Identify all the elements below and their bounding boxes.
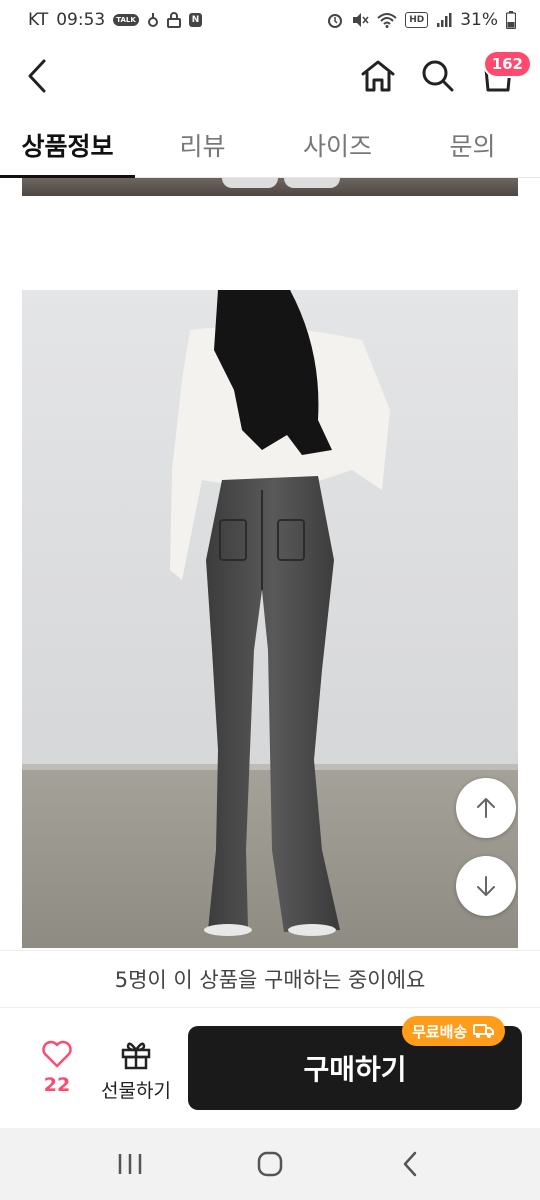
home-button[interactable] (356, 54, 400, 98)
back-chevron-icon (403, 1151, 417, 1177)
gift-icon (121, 1042, 151, 1070)
product-tabs: 상품정보 리뷰 사이즈 문의 (0, 112, 540, 178)
tab-inquiry[interactable]: 문의 (405, 112, 540, 177)
signal-icon (436, 11, 452, 29)
n-badge-icon: N (188, 11, 203, 29)
search-icon (422, 60, 454, 92)
arrow-down-icon (477, 876, 495, 896)
tab-product-info[interactable]: 상품정보 (0, 112, 135, 178)
wifi-icon (377, 11, 397, 29)
battery-percent: 31% (460, 10, 498, 30)
product-photo (22, 290, 518, 948)
cart-count-badge: 162 (482, 50, 532, 78)
home-icon (361, 60, 395, 92)
app-header: 162 (0, 40, 540, 112)
home-nav-button[interactable] (240, 1134, 300, 1194)
gift-button[interactable]: 선물하기 (96, 1040, 176, 1103)
notification-icon (147, 11, 159, 29)
back-button[interactable] (16, 54, 60, 98)
gift-label: 선물하기 (101, 1080, 171, 1102)
back-arrow-icon (28, 59, 46, 93)
status-bar: KT 09:53 TALK N HD 31% (0, 0, 540, 40)
recent-apps-button[interactable] (100, 1134, 160, 1194)
arrow-up-icon (477, 798, 495, 818)
clock: 09:53 (56, 10, 106, 30)
heart-icon (42, 1040, 72, 1068)
search-button[interactable] (416, 54, 460, 98)
mute-icon (351, 11, 369, 29)
alarm-icon (327, 11, 343, 29)
scroll-down-button[interactable] (456, 856, 516, 916)
scroll-up-button[interactable] (456, 778, 516, 838)
tab-reviews[interactable]: 리뷰 (135, 112, 270, 177)
previous-product-image (22, 178, 518, 196)
tab-size[interactable]: 사이즈 (270, 112, 405, 177)
truck-icon (473, 1024, 495, 1038)
home-circle-icon (257, 1151, 283, 1177)
like-count: 22 (43, 1074, 71, 1096)
talk-icon: TALK (113, 11, 139, 29)
free-shipping-badge: 무료배송 (402, 1016, 506, 1046)
hd-icon: HD (405, 11, 429, 29)
back-nav-button[interactable] (380, 1134, 440, 1194)
carrier-label: KT (28, 10, 49, 30)
free-shipping-label: 무료배송 (412, 1022, 468, 1041)
buyers-notice: 5명이 이 상품을 구매하는 중이에요 (0, 950, 540, 1008)
battery-icon (506, 11, 516, 29)
lock-icon (166, 11, 181, 29)
recent-apps-icon (118, 1154, 142, 1174)
like-button[interactable]: 22 (28, 1040, 86, 1096)
cart-button[interactable]: 162 (476, 50, 532, 98)
system-nav-bar (0, 1128, 540, 1200)
